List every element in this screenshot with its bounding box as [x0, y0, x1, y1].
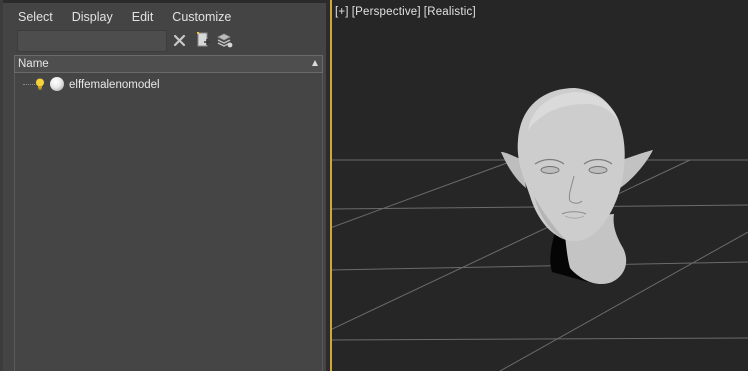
- sort-ascending-icon[interactable]: [312, 60, 318, 66]
- active-viewport-border: [330, 0, 332, 371]
- new-layer-icon[interactable]: [194, 31, 212, 49]
- menu-display[interactable]: Display: [72, 9, 113, 25]
- menu-edit[interactable]: Edit: [132, 9, 154, 25]
- panel-top-edge: [0, 0, 326, 3]
- scene-tree: elffemalenomodel: [14, 73, 323, 371]
- menu-select[interactable]: Select: [18, 9, 53, 25]
- column-name-label: Name: [18, 58, 49, 70]
- scene-explorer-panel: Select Display Edit Customize Name elffe…: [0, 0, 326, 371]
- viewport-canvas: [330, 88, 748, 371]
- lightbulb-icon[interactable]: [35, 78, 45, 94]
- tree-item-label: elffemalenomodel: [69, 79, 160, 91]
- perspective-viewport[interactable]: [+] [Perspective] [Realistic]: [330, 0, 748, 371]
- explorer-menu-bar: Select Display Edit Customize: [18, 9, 250, 25]
- head-model[interactable]: [501, 88, 653, 285]
- column-header[interactable]: Name: [14, 55, 323, 73]
- layers-icon[interactable]: [216, 31, 234, 49]
- viewport-label: [+] [Perspective] [Realistic]: [335, 5, 479, 19]
- tree-row-elffemalenomodel[interactable]: elffemalenomodel: [15, 76, 322, 94]
- viewport-shading-mode[interactable]: [Realistic]: [424, 6, 476, 18]
- menu-customize[interactable]: Customize: [172, 9, 231, 25]
- close-icon[interactable]: [172, 31, 190, 49]
- search-input[interactable]: [17, 30, 167, 52]
- sphere-icon[interactable]: [50, 77, 64, 91]
- viewport-point-of-view[interactable]: [Perspective]: [352, 6, 421, 18]
- panel-left-edge: [0, 0, 3, 371]
- viewport-menu-plus[interactable]: [+]: [335, 6, 349, 18]
